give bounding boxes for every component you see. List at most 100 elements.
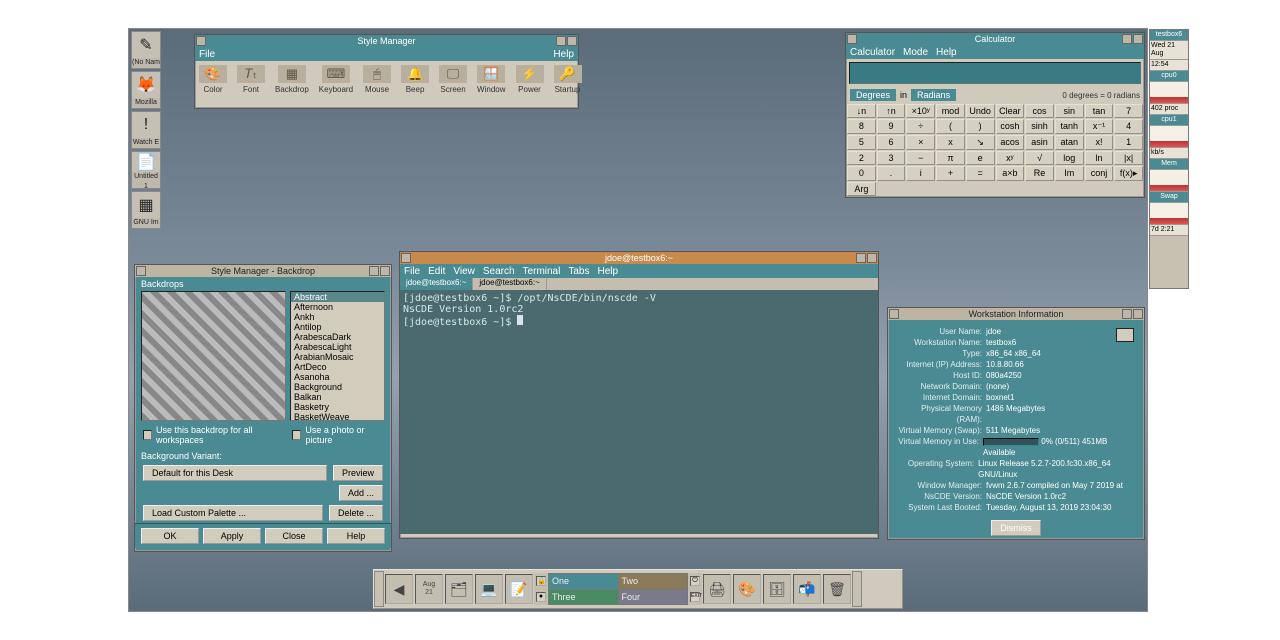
menu-help[interactable]: Help: [597, 266, 618, 277]
preview-button[interactable]: Preview: [333, 465, 383, 481]
desktop-icon-firefox[interactable]: 🦊Mozilla: [131, 71, 161, 109]
minimize-button[interactable]: [1122, 309, 1132, 319]
calc-key[interactable]: Undo: [966, 104, 995, 118]
maximize-button[interactable]: [567, 36, 577, 46]
calc-key[interactable]: 0: [847, 166, 876, 181]
checkbox-all-workspaces[interactable]: [143, 430, 152, 440]
calc-key[interactable]: mod: [936, 104, 965, 118]
style-item-keyboard[interactable]: ⌨Keyboard: [319, 65, 353, 94]
dock-trash-icon[interactable]: 🗑: [823, 574, 851, 604]
dock-appmgr-icon[interactable]: 🗄: [763, 574, 791, 604]
workspace-two[interactable]: Two: [619, 574, 688, 589]
backdrop-item[interactable]: ArabescaLight: [291, 342, 384, 352]
style-item-window[interactable]: 🪟Window: [477, 65, 505, 94]
calc-key[interactable]: ×: [906, 135, 935, 150]
calc-key[interactable]: 3: [877, 151, 906, 165]
calc-key[interactable]: cosh: [996, 119, 1025, 134]
maximize-button[interactable]: [867, 253, 877, 263]
calc-key[interactable]: tanh: [1055, 119, 1084, 134]
calc-key[interactable]: Im: [1055, 166, 1084, 181]
window-titlebar[interactable]: jdoe@testbox6:~: [400, 252, 878, 264]
menu-terminal[interactable]: Terminal: [523, 266, 561, 277]
window-menu-button[interactable]: [889, 309, 899, 319]
calc-key[interactable]: conj: [1085, 166, 1114, 181]
menu-edit[interactable]: Edit: [428, 266, 445, 277]
calc-key[interactable]: asin: [1025, 135, 1054, 150]
angle-mode-from[interactable]: Degrees: [850, 89, 896, 101]
desktop-icon-document[interactable]: 📄Untitled 1: [131, 151, 161, 189]
dock-calendar[interactable]: Aug 21: [415, 574, 443, 604]
menu-help[interactable]: Help: [553, 49, 574, 60]
style-item-font[interactable]: 𝑇ₜFont: [237, 65, 265, 94]
lock-button[interactable]: 🔒: [536, 576, 546, 586]
dock-style-icon[interactable]: 🎨: [733, 574, 761, 604]
window-menu-button[interactable]: [847, 34, 857, 44]
calc-key[interactable]: 1: [1114, 135, 1143, 150]
dock-handle-right[interactable]: [852, 571, 862, 607]
calc-key[interactable]: acos: [996, 135, 1025, 150]
dock-handle-left[interactable]: [374, 571, 384, 607]
menu-file[interactable]: File: [404, 266, 420, 277]
calc-key[interactable]: cos: [1025, 104, 1054, 118]
calc-key[interactable]: 4: [1114, 119, 1143, 134]
calc-key[interactable]: −: [906, 151, 935, 165]
maximize-button[interactable]: [1133, 309, 1143, 319]
minimize-button[interactable]: [1122, 34, 1132, 44]
menu-search[interactable]: Search: [483, 266, 515, 277]
window-titlebar[interactable]: Workstation Information: [888, 308, 1144, 320]
load-palette-button[interactable]: Load Custom Palette ...: [143, 505, 323, 521]
style-item-screen[interactable]: 🖵Screen: [439, 65, 467, 94]
calc-key[interactable]: √: [1025, 151, 1054, 165]
help-button[interactable]: Help: [327, 528, 385, 544]
terminal-tab-1[interactable]: jdoe@testbox6:~: [473, 278, 546, 290]
workspace-four[interactable]: Four: [619, 590, 688, 605]
style-item-backdrop[interactable]: ▦Backdrop: [275, 65, 309, 94]
backdrop-item[interactable]: BasketWeave: [291, 412, 384, 421]
menu-mode[interactable]: Mode: [903, 47, 928, 58]
menu-file[interactable]: File: [199, 49, 215, 60]
backdrop-item[interactable]: ArabescaDark: [291, 332, 384, 342]
terminal-body[interactable]: [jdoe@testbox6 ~]$ /opt/NsCDE/bin/nscde …: [400, 290, 878, 534]
maximize-button[interactable]: [1133, 34, 1143, 44]
add-button[interactable]: Add ...: [339, 485, 383, 501]
calc-key[interactable]: ln: [1085, 151, 1114, 165]
backdrop-item[interactable]: Balkan: [291, 392, 384, 402]
backdrop-item[interactable]: Ankh: [291, 312, 384, 322]
checkbox-photo[interactable]: [292, 430, 301, 440]
dock-mail-icon[interactable]: 📬: [793, 574, 821, 604]
calc-key[interactable]: ×10ʸ: [906, 104, 935, 118]
calc-key[interactable]: Arg: [847, 182, 876, 196]
calc-key[interactable]: 7: [1114, 104, 1143, 118]
calc-key[interactable]: f(x)▸: [1114, 166, 1143, 181]
calc-key[interactable]: atan: [1055, 135, 1084, 150]
minimize-button[interactable]: [856, 253, 866, 263]
calc-key[interactable]: i: [906, 166, 935, 181]
calc-key[interactable]: log: [1055, 151, 1084, 165]
calc-key[interactable]: x: [936, 135, 965, 150]
calc-key[interactable]: x!: [1085, 135, 1114, 150]
terminal-tab-0[interactable]: jdoe@testbox6:~: [400, 278, 473, 290]
window-menu-button[interactable]: [401, 253, 411, 263]
desktop-icon-editor[interactable]: ✎(No Nam: [131, 31, 161, 69]
delete-button[interactable]: Delete ...: [329, 505, 383, 521]
window-titlebar[interactable]: Calculator: [846, 33, 1144, 45]
workspace-one[interactable]: One: [549, 574, 618, 589]
calc-key[interactable]: |x|: [1114, 151, 1143, 165]
variant-button[interactable]: Default for this Desk: [143, 465, 327, 481]
menu-tabs[interactable]: Tabs: [568, 266, 589, 277]
maximize-button[interactable]: [380, 266, 390, 276]
calc-key[interactable]: sin: [1055, 104, 1084, 118]
style-item-power[interactable]: ⚡Power: [516, 65, 544, 94]
dismiss-button[interactable]: Dismiss: [991, 520, 1041, 536]
menu-help[interactable]: Help: [936, 47, 957, 58]
window-menu-button[interactable]: [136, 266, 146, 276]
calc-key[interactable]: +: [936, 166, 965, 181]
calc-key[interactable]: tan: [1085, 104, 1114, 118]
calc-key[interactable]: .: [877, 166, 906, 181]
apply-button[interactable]: Apply: [203, 528, 261, 544]
dock-filemanager-icon[interactable]: 🗂: [445, 574, 473, 604]
calc-key[interactable]: sinh: [1025, 119, 1054, 134]
backdrop-item[interactable]: Afternoon: [291, 302, 384, 312]
calc-key[interactable]: ): [966, 119, 995, 134]
ok-button[interactable]: OK: [141, 528, 199, 544]
